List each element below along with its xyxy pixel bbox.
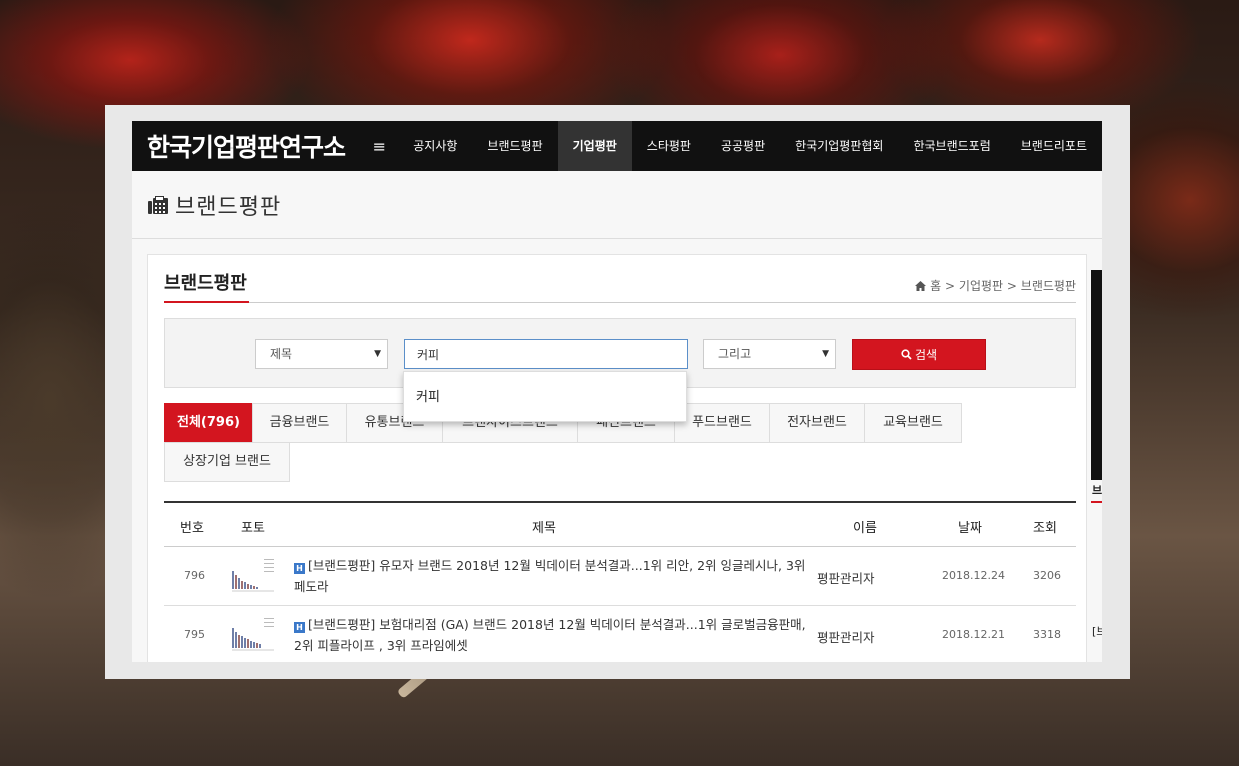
nav-item-public-reputation[interactable]: 공공평판 — [706, 121, 780, 171]
table-header: 번호 포토 제목 이름 날짜 조회 — [164, 503, 1076, 547]
article-title: [브랜드평판] 유모자 브랜드 2018년 12월 빅데이터 분석결과...1위… — [294, 558, 806, 594]
sidebar-link-fragment[interactable]: [브 — [1092, 623, 1102, 639]
hot-badge-icon: H — [294, 622, 305, 633]
nav-item-star-reputation[interactable]: 스타평판 — [632, 121, 706, 171]
breadcrumb-level2[interactable]: 브랜드평판 — [1021, 279, 1076, 293]
nav-item-brand-report[interactable]: 브랜드리포트 — [1006, 121, 1102, 171]
content-panel: 브랜드평판 홈 > 기업평판 > 브랜드평판 제목 ▼ 커피 그리고 ▼ 검색 … — [147, 254, 1087, 662]
article-title: [브랜드평판] 보험대리점 (GA) 브랜드 2018년 12월 빅데이터 분석… — [294, 617, 806, 653]
website: 한국기업평판연구소 ≡ 공지사항 브랜드평판 기업평판 스타평판 공공평판 한국… — [132, 121, 1102, 662]
row-date: 2018.12.24 — [942, 569, 1005, 582]
breadcrumb-home[interactable]: 홈 — [930, 279, 941, 293]
article-title-link[interactable]: H [브랜드평판] 유모자 브랜드 2018년 12월 빅데이터 분석결과...1… — [294, 555, 809, 597]
article-title-link[interactable]: H [브랜드평판] 보험대리점 (GA) 브랜드 2018년 12월 빅데이터 분… — [294, 614, 809, 656]
breadcrumb: 홈 > 기업평판 > 브랜드평판 — [915, 277, 1076, 294]
nav-item-brand-reputation[interactable]: 브랜드평판 — [472, 121, 557, 171]
autocomplete-item[interactable]: 커피 — [416, 386, 674, 405]
row-number: 795 — [184, 628, 205, 641]
search-input[interactable] — [404, 339, 688, 369]
column-header-number: 번호 — [180, 521, 204, 536]
top-navigation: 한국기업평판연구소 ≡ 공지사항 브랜드평판 기업평판 스타평판 공공평판 한국… — [132, 121, 1102, 171]
search-operator-value: 그리고 — [718, 347, 752, 361]
search-button[interactable]: 검색 — [852, 339, 986, 370]
nav-item-corporate-reputation[interactable]: 기업평판 — [557, 121, 632, 171]
tab-all[interactable]: 전체(796) — [164, 403, 253, 443]
autocomplete-dropdown: 커피 — [403, 371, 687, 422]
phone-icon — [148, 195, 168, 214]
table-row[interactable]: 796 H [브랜드평판] 유모자 브랜드 2018년 12월 빅데이터 분석결… — [164, 547, 1076, 606]
tab-food[interactable]: 푸드브랜드 — [674, 403, 770, 443]
hot-badge-icon: H — [294, 563, 305, 574]
home-icon — [915, 281, 927, 291]
sidebar-heading-underline — [1091, 501, 1102, 503]
table-row[interactable]: 795 H [브랜드평판] 보험대리점 (GA) 브랜드 2018년 12월 빅… — [164, 606, 1076, 662]
screenshot-frame: 한국기업평판연구소 ≡ 공지사항 브랜드평판 기업평판 스타평판 공공평판 한국… — [105, 105, 1130, 679]
row-author: 평판관리자 — [817, 571, 875, 586]
section-header: 브랜드평판 홈 > 기업평판 > 브랜드평판 — [164, 267, 1076, 303]
breadcrumb-level1[interactable]: 기업평판 — [959, 279, 1003, 293]
column-header-photo: 포토 — [241, 521, 265, 536]
tab-education[interactable]: 교육브랜드 — [864, 403, 962, 443]
tab-listed-companies[interactable]: 상장기업 브랜드 — [164, 442, 290, 482]
sidebar-banner[interactable] — [1091, 270, 1102, 480]
dropdown-caret-icon: ▼ — [822, 349, 829, 359]
article-table: 번호 포토 제목 이름 날짜 조회 796 H [브랜드평판] 유모자 브랜드 … — [164, 501, 1076, 662]
search-operator-select[interactable]: 그리고 ▼ — [703, 339, 836, 369]
search-button-label: 검색 — [914, 348, 938, 362]
tab-electronics[interactable]: 전자브랜드 — [769, 403, 865, 443]
site-logo[interactable]: 한국기업평판연구소 — [132, 128, 367, 164]
tab-finance[interactable]: 금융브랜드 — [252, 403, 347, 443]
search-icon — [901, 349, 912, 360]
column-header-author: 이름 — [853, 521, 877, 536]
nav-item-brand-forum[interactable]: 한국브랜드포럼 — [898, 121, 1005, 171]
column-header-views: 조회 — [1033, 521, 1057, 536]
row-number: 796 — [184, 569, 205, 582]
article-thumbnail[interactable] — [230, 555, 278, 597]
page-header: 브랜드평판 — [132, 171, 1102, 239]
search-field-value: 제목 — [270, 347, 293, 361]
article-thumbnail[interactable] — [230, 614, 278, 656]
nav-item-notice[interactable]: 공지사항 — [398, 121, 472, 171]
dropdown-caret-icon: ▼ — [374, 349, 381, 359]
row-views: 3318 — [1033, 628, 1061, 641]
row-views: 3206 — [1033, 569, 1061, 582]
sidebar-heading-fragment: 브 — [1092, 484, 1102, 497]
column-header-date: 날짜 — [958, 521, 982, 536]
row-author: 평판관리자 — [817, 630, 875, 645]
search-field-select[interactable]: 제목 ▼ — [255, 339, 388, 369]
section-title: 브랜드평판 — [164, 267, 249, 303]
nav-item-association[interactable]: 한국기업평판협회 — [780, 121, 898, 171]
row-date: 2018.12.21 — [942, 628, 1005, 641]
column-header-title: 제목 — [532, 521, 556, 536]
breadcrumb-separator: > — [945, 279, 956, 293]
page-title: 브랜드평판 — [175, 194, 282, 220]
menu-icon[interactable]: ≡ — [367, 137, 399, 156]
breadcrumb-separator: > — [1006, 279, 1017, 293]
